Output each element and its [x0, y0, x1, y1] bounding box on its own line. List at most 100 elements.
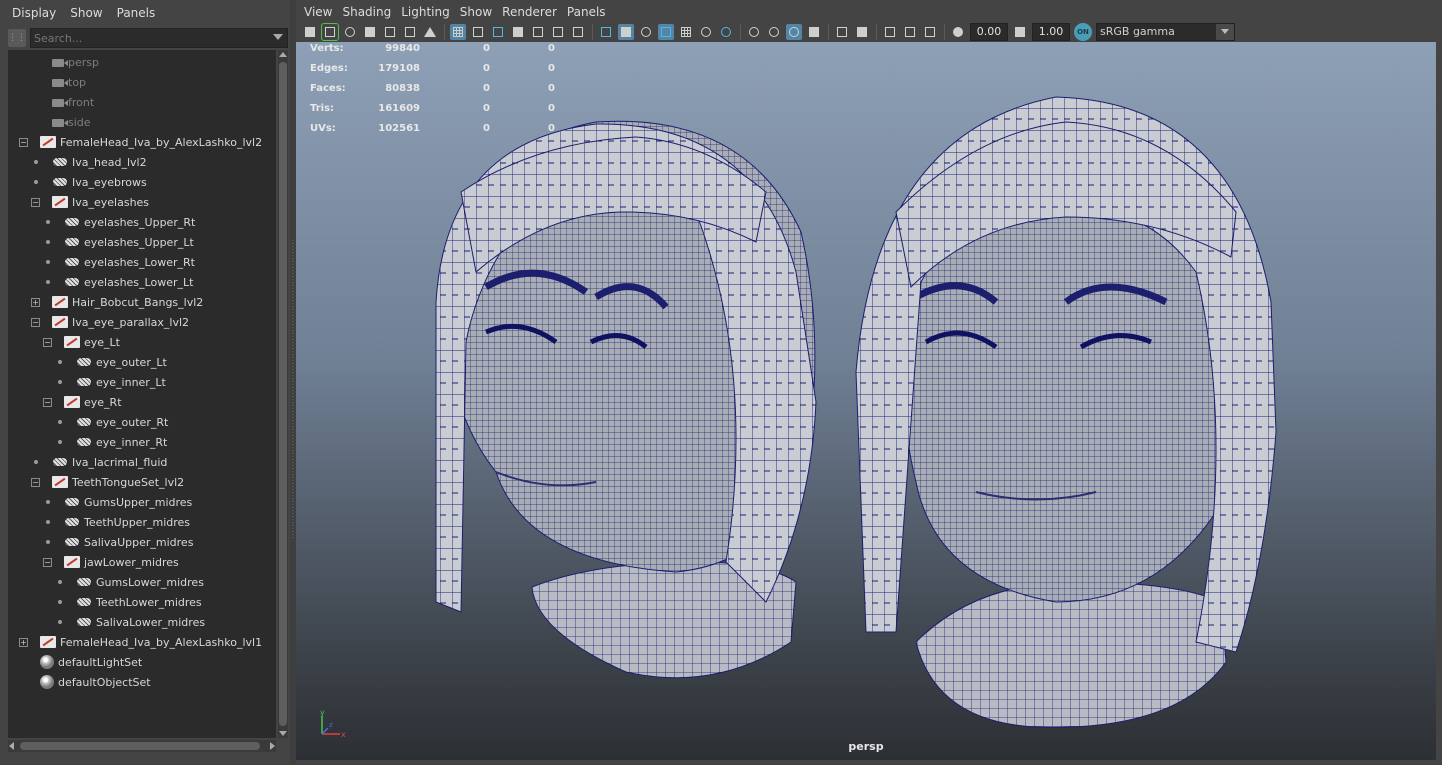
- outliner-item[interactable]: eye_inner_Lt: [58, 372, 166, 392]
- chevron-down-icon[interactable]: [1216, 24, 1234, 40]
- resolution-gate-icon[interactable]: [490, 24, 506, 40]
- scroll-thumb[interactable]: [279, 62, 287, 726]
- menu-display[interactable]: Display: [6, 6, 64, 20]
- scroll-down-arrow-icon[interactable]: [279, 731, 287, 736]
- outliner-item[interactable]: − Iva_eyelashes: [31, 192, 149, 212]
- camera-lock-icon[interactable]: [342, 24, 358, 40]
- menu-show[interactable]: Show: [64, 6, 110, 20]
- default-material-icon[interactable]: [638, 24, 654, 40]
- menu-lighting[interactable]: Lighting: [401, 5, 460, 19]
- outliner-item[interactable]: GumsLower_midres: [58, 572, 204, 592]
- shadows-icon[interactable]: [718, 24, 734, 40]
- exposure-field[interactable]: 0.00: [970, 23, 1008, 41]
- exposure-icon[interactable]: [950, 24, 966, 40]
- outliner-item[interactable]: Iva_lacrimal_fluid: [34, 452, 167, 472]
- outliner-item[interactable]: − eye_Rt: [43, 392, 122, 412]
- search-options-icon[interactable]: ⋮⋮: [8, 29, 26, 47]
- outliner-item[interactable]: persp: [52, 52, 99, 72]
- gate-mask-icon[interactable]: [510, 24, 526, 40]
- outliner-item[interactable]: eyelashes_Lower_Rt: [46, 252, 195, 272]
- color-management-toggle-icon[interactable]: ON: [1074, 23, 1092, 41]
- outliner-horizontal-scrollbar[interactable]: [8, 740, 276, 752]
- motion-blur-icon[interactable]: [766, 24, 782, 40]
- outliner-item[interactable]: eye_outer_Rt: [58, 412, 168, 432]
- view-transform-dropdown[interactable]: sRGB gamma: [1096, 23, 1235, 41]
- xray-joints-icon[interactable]: [902, 24, 918, 40]
- pencil-icon[interactable]: [422, 24, 438, 40]
- scroll-thumb[interactable]: [20, 742, 260, 750]
- 3d-scene[interactable]: Verts: 99840 0 0 Edges: 179108 0 0 Faces: 80838 0 0…: [296, 42, 1436, 760]
- menu-shading[interactable]: Shading: [342, 5, 401, 19]
- outliner-item[interactable]: eye_inner_Rt: [58, 432, 167, 452]
- collapse-icon[interactable]: −: [43, 338, 52, 347]
- gamma-icon[interactable]: [1012, 24, 1028, 40]
- wireframe-on-shaded-icon[interactable]: [658, 24, 674, 40]
- camera-attributes-icon[interactable]: [321, 23, 339, 41]
- outliner-item[interactable]: GumsUpper_midres: [46, 492, 192, 512]
- collapse-icon[interactable]: −: [31, 318, 40, 327]
- safe-action-icon[interactable]: [550, 24, 566, 40]
- collapse-icon[interactable]: −: [19, 138, 28, 147]
- outliner-tree[interactable]: persp top front side − FemaleHead_Iva_by_Alex…: [8, 50, 276, 738]
- textured-icon[interactable]: [678, 24, 694, 40]
- grid-icon[interactable]: [450, 24, 466, 40]
- outliner-item[interactable]: + Hair_Bobcut_Bangs_lvl2: [31, 292, 203, 312]
- film-gate-display-icon[interactable]: [470, 24, 486, 40]
- outliner-item[interactable]: side: [52, 112, 91, 132]
- outliner-vertical-scrollbar[interactable]: [278, 50, 288, 738]
- menu-renderer[interactable]: Renderer: [502, 5, 567, 19]
- scroll-right-arrow-icon[interactable]: [270, 742, 275, 750]
- gamma-field[interactable]: 1.00: [1032, 23, 1070, 41]
- outliner-item[interactable]: + FemaleHead_Iva_by_AlexLashko_lvl1: [19, 632, 262, 652]
- outliner-item[interactable]: eyelashes_Lower_Lt: [46, 272, 193, 292]
- outliner-item[interactable]: top: [52, 72, 86, 92]
- scroll-up-arrow-icon[interactable]: [279, 52, 287, 57]
- outliner-item[interactable]: eyelashes_Upper_Lt: [46, 232, 194, 252]
- outliner-item[interactable]: − FemaleHead_Iva_by_AlexLashko_lvl2: [19, 132, 262, 152]
- collapse-icon[interactable]: −: [31, 478, 40, 487]
- image-plane-icon[interactable]: [382, 24, 398, 40]
- anti-aliasing-icon[interactable]: [786, 24, 802, 40]
- search-input[interactable]: [31, 30, 266, 46]
- wireframe-icon[interactable]: [598, 24, 614, 40]
- select-camera-icon[interactable]: [302, 24, 318, 40]
- outliner-item[interactable]: − TeethTongueSet_lvl2: [31, 472, 184, 492]
- outliner-item[interactable]: front: [52, 92, 94, 112]
- depth-of-field-icon[interactable]: [806, 24, 822, 40]
- collapse-icon[interactable]: −: [31, 198, 40, 207]
- collapse-icon[interactable]: −: [43, 398, 52, 407]
- use-all-lights-icon[interactable]: [698, 24, 714, 40]
- xray-active-components-icon[interactable]: [882, 24, 898, 40]
- outliner-item[interactable]: TeethUpper_midres: [46, 512, 190, 532]
- expand-icon[interactable]: +: [19, 638, 28, 647]
- bookmark-icon[interactable]: [362, 24, 378, 40]
- outliner-item[interactable]: − Iva_eye_parallax_lvl2: [31, 312, 189, 332]
- menu-panels[interactable]: Panels: [567, 5, 616, 19]
- safe-title-icon[interactable]: [570, 24, 586, 40]
- search-dropdown-arrow-icon[interactable]: [273, 34, 283, 40]
- head-model-right[interactable]: [855, 96, 1277, 728]
- isolate-select-icon[interactable]: [834, 24, 850, 40]
- outliner-item[interactable]: Iva_head_lvl2: [34, 152, 147, 172]
- head-model-left[interactable]: [435, 120, 817, 679]
- outliner-item[interactable]: defaultLightSet: [40, 652, 142, 672]
- smooth-shade-icon[interactable]: [618, 24, 634, 40]
- outliner-item[interactable]: Iva_eyebrows: [34, 172, 147, 192]
- outliner-item[interactable]: SalivaUpper_midres: [46, 532, 193, 552]
- outliner-item[interactable]: TeethLower_midres: [58, 592, 202, 612]
- field-chart-icon[interactable]: [530, 24, 546, 40]
- outliner-item[interactable]: eyelashes_Upper_Rt: [46, 212, 195, 232]
- menu-panels[interactable]: Panels: [111, 6, 164, 20]
- screen-space-ambient-occlusion-icon[interactable]: [746, 24, 762, 40]
- expand-icon[interactable]: +: [31, 298, 40, 307]
- scroll-left-arrow-icon[interactable]: [9, 742, 14, 750]
- outliner-item[interactable]: − eye_Lt: [43, 332, 120, 352]
- menu-show[interactable]: Show: [460, 5, 502, 19]
- outliner-item[interactable]: defaultObjectSet: [40, 672, 151, 692]
- film-gate-icon[interactable]: [402, 24, 418, 40]
- collapse-icon[interactable]: −: [43, 558, 52, 567]
- outliner-item[interactable]: − jawLower_midres: [43, 552, 179, 572]
- menu-view[interactable]: View: [304, 5, 342, 19]
- outliner-item[interactable]: SalivaLower_midres: [58, 612, 205, 632]
- outliner-item[interactable]: eye_outer_Lt: [58, 352, 167, 372]
